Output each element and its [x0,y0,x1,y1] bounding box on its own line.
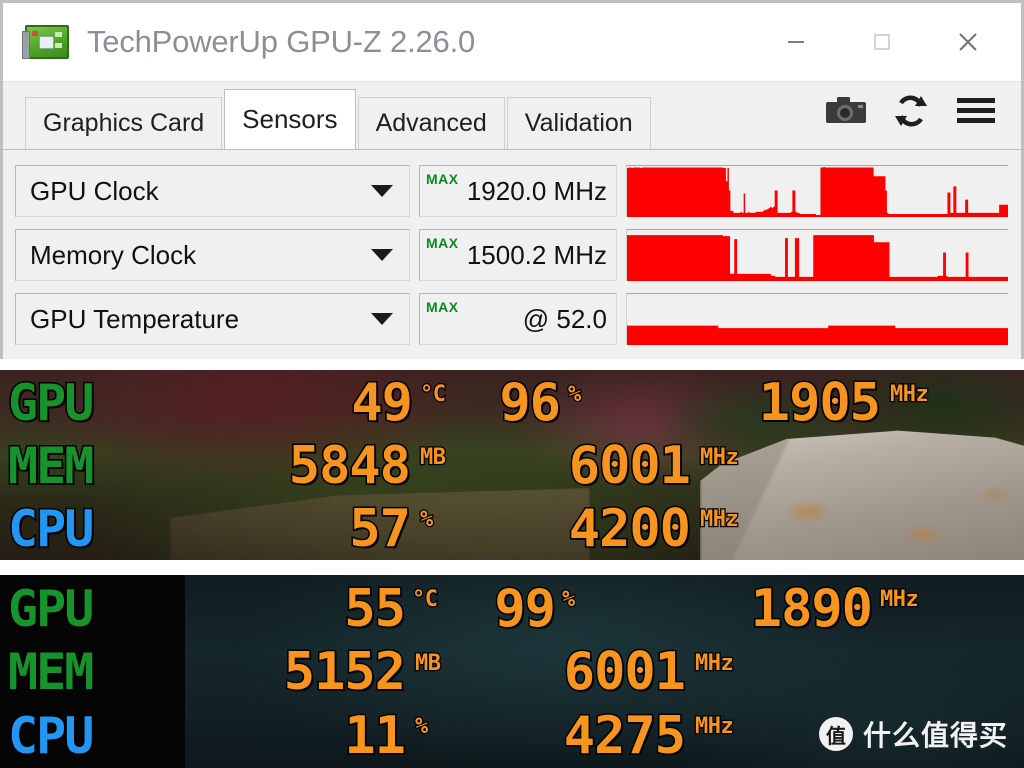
sensor-row-memory-clock: Memory Clock MAX 1500.2 MHz [3,223,1021,287]
tab-validation[interactable]: Validation [506,97,651,149]
osd-mem-used-value: 5152 [282,642,407,703]
osd-label-cpu: CPU [6,707,95,766]
osd-label-mem: MEM [6,643,95,702]
osd-cpu-clock-value: 4200 [567,498,692,559]
sensor-reading-gpu-temperature: @ 52.0 [522,303,607,334]
sensor-select-memory-clock[interactable]: Memory Clock [15,229,410,281]
osd-label-gpu: GPU [6,579,95,638]
osd-label-gpu: GPU [6,374,95,433]
osd-cpu-clock-unit: MHz [699,507,740,533]
max-badge: MAX [426,171,459,187]
osd-gpu-clock-unit: MHz [889,382,930,407]
screenshot-root: TechPowerUp GPU-Z 2.26.0 Graphics Card S… [0,0,1024,768]
chevron-down-icon[interactable] [371,249,393,261]
refresh-icon[interactable] [893,94,929,128]
max-badge: MAX [426,235,459,251]
tab-graphics-card[interactable]: Graphics Card [25,97,223,149]
sensor-reading-gpu-clock: 1920.0 MHz [466,175,607,206]
sensors-panel: GPU Clock MAX 1920.0 MHz Memory Clock MA [3,149,1021,359]
sensor-graph-gpu-clock[interactable] [626,165,1008,217]
osd-label-cpu: CPU [6,499,95,558]
smzdm-watermark-text: 什么值得买 [862,719,1008,752]
osd-gpu-clock-value: 1890 [749,578,874,639]
window-controls [753,3,1011,81]
smzdm-watermark: 值 什么值得买 [818,714,1008,754]
minimize-icon[interactable] [753,11,839,73]
chevron-down-icon[interactable] [371,185,393,197]
gpuz-window: TechPowerUp GPU-Z 2.26.0 Graphics Card S… [0,0,1024,359]
osd-gpu-clock-unit: MHz [879,587,920,612]
sensor-graph-memory-clock[interactable] [626,229,1008,281]
sensor-select-gpu-clock[interactable]: GPU Clock [15,165,410,217]
osd-label-mem: MEM [6,436,95,495]
osd-row-mem: MEM 5848 MB 6001 MHz [0,435,1024,498]
sensor-select-gpu-temperature[interactable]: GPU Temperature [15,293,410,345]
osd-row-gpu: GPU 49 °C 96 % 1905 MHz [0,372,1024,435]
sensor-reading-memory-clock: 1500.2 MHz [466,239,607,270]
tab-advanced[interactable]: Advanced [357,97,505,149]
osd-mem-used-value: 5848 [287,435,412,496]
window-toolbar [825,94,997,128]
hamburger-menu-icon[interactable] [955,95,997,127]
sensor-label-gpu-clock: GPU Clock [30,175,159,206]
camera-icon[interactable] [825,95,867,127]
chevron-down-icon[interactable] [371,313,393,325]
sensor-row-gpu-clock: GPU Clock MAX 1920.0 MHz [3,159,1021,223]
window-titlebar: TechPowerUp GPU-Z 2.26.0 [3,3,1021,81]
tab-list: Graphics Card Sensors Advanced Validatio… [25,89,653,149]
sensor-label-memory-clock: Memory Clock [30,239,197,270]
osd-cpu-clock-unit: MHz [694,714,735,740]
max-badge: MAX [426,299,459,315]
sensor-row-gpu-temperature: GPU Temperature MAX @ 52.0 [3,287,1021,351]
osd-row-mem: MEM 5152 MB 6001 MHz [0,641,1024,705]
osd-gpu-load-unit: % [567,382,583,407]
osd-cpu-load-value: 57 [348,498,413,559]
sensor-value-gpu-clock: MAX 1920.0 MHz [419,165,617,217]
osd-gpu-load-value: 99 [493,578,558,639]
tab-strip: Graphics Card Sensors Advanced Validatio… [3,81,1021,149]
sensor-label-gpu-temperature: GPU Temperature [30,303,240,334]
sensor-value-memory-clock: MAX 1500.2 MHz [419,229,617,281]
osd-row-cpu: CPU 57 % 4200 MHz [0,497,1024,560]
osd-mem-clock-unit: MHz [699,444,740,470]
osd-overlay-top: GPU 49 °C 96 % 1905 MHz MEM 5848 MB 6001… [0,370,1024,560]
graphics-card-icon [22,25,69,59]
osd-gpu-temp-value: 49 [350,373,415,434]
osd-overlay-bottom: GPU 55 °C 99 % 1890 MHz MEM 5152 MB 6001… [0,575,1024,768]
osd-cpu-load-value: 11 [343,706,408,767]
window-title: TechPowerUp GPU-Z 2.26.0 [87,24,476,59]
osd-mem-clock-value: 6001 [562,642,687,703]
sensor-value-gpu-temperature: MAX @ 52.0 [419,293,617,345]
osd-row-gpu: GPU 55 °C 99 % 1890 MHz [0,577,1024,641]
osd-mem-clock-value: 6001 [567,435,692,496]
osd-mem-clock-unit: MHz [694,650,735,676]
osd-gpu-clock-value: 1905 [757,373,882,434]
osd-readout-grid-top: GPU 49 °C 96 % 1905 MHz MEM 5848 MB 6001… [0,370,1024,560]
osd-gpu-load-value: 96 [498,373,563,434]
sensor-graph-gpu-temperature[interactable] [626,293,1008,345]
osd-cpu-clock-value: 4275 [562,706,687,767]
close-icon[interactable] [925,11,1011,73]
smzdm-badge-icon: 值 [818,717,853,751]
tab-sensors[interactable]: Sensors [224,89,356,149]
osd-gpu-temp-value: 55 [343,578,408,639]
maximize-icon[interactable] [839,11,925,73]
